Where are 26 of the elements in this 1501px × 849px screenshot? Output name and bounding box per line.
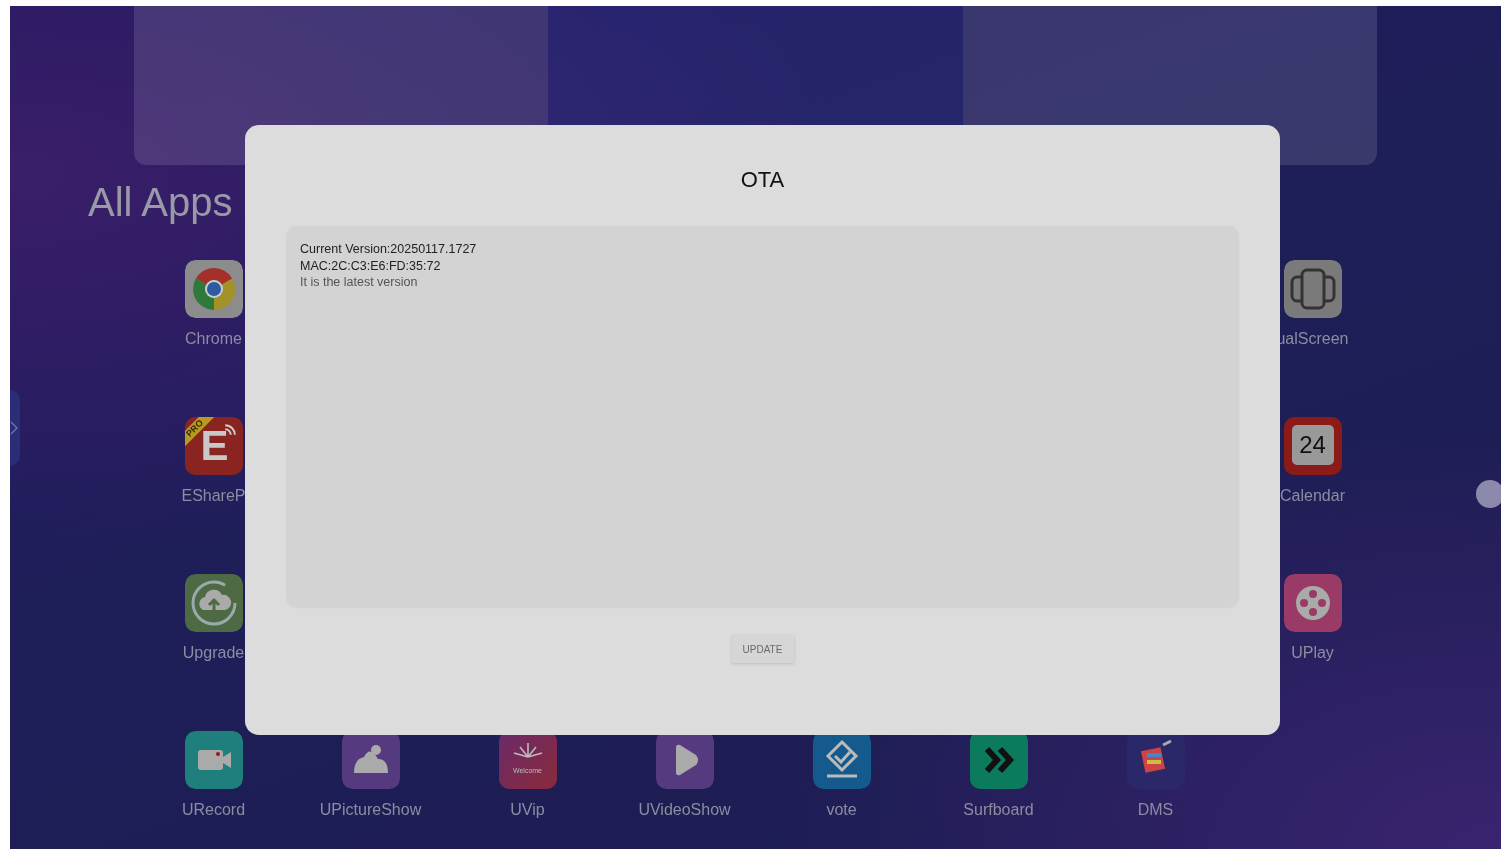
app-label[interactable]: Upgrade	[182, 644, 245, 662]
info-text: Current Version:20250117.1727	[300, 241, 477, 258]
app-label[interactable]: Calendar	[1280, 487, 1345, 505]
app-label[interactable]: ualScreen	[1276, 330, 1349, 348]
app-label[interactable]: Chrome	[185, 330, 242, 348]
side-panel-handle[interactable]	[10, 390, 20, 466]
app-label[interactable]: UVideoShow	[638, 801, 731, 819]
cloud-upload-icon	[184, 574, 243, 632]
stacked-screens-icon	[1283, 260, 1342, 318]
app-label[interactable]: vote	[826, 801, 857, 819]
circle-logo-icon	[184, 260, 243, 318]
app-label[interactable]: DMS	[1137, 801, 1174, 819]
dialog-title: OTA	[740, 167, 785, 193]
app-label[interactable]: EShareP	[181, 487, 246, 505]
section-title: All Apps	[88, 180, 234, 226]
info-text: It is the latest version	[300, 274, 418, 291]
floating-ball-button[interactable]	[1476, 480, 1501, 508]
calendar-icon: 24	[1283, 417, 1342, 475]
info-text: MAC:2C:C3:E6:FD:35:72	[300, 257, 441, 274]
app-label[interactable]: UPlay	[1291, 644, 1334, 662]
app-label[interactable]: URecord	[181, 801, 246, 819]
camera-icon	[184, 731, 243, 789]
app-label[interactable]: Surfboard	[963, 801, 1034, 819]
app-label[interactable]: UPictureShow	[319, 801, 422, 819]
app-label[interactable]: UVip	[510, 801, 545, 819]
film-reel-icon	[1283, 574, 1342, 632]
